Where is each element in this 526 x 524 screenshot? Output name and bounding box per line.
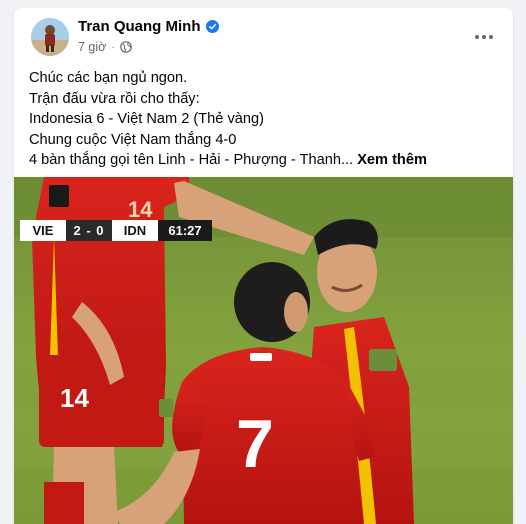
match-scoreboard: VIE 2 - 0 IDN 61:27 [20, 220, 212, 241]
globe-icon[interactable] [119, 41, 132, 53]
meta-separator: · [111, 41, 115, 53]
author-avatar[interactable] [31, 18, 69, 56]
post-text-line: Indonesia 6 - Việt Nam 2 (Thẻ vàng) [29, 111, 264, 127]
verified-badge-icon [205, 20, 219, 33]
author-name-text[interactable]: Tran Quang Minh [78, 18, 201, 35]
post-text: Chúc các bạn ngủ ngon. Trận đấu vừa rồi … [29, 68, 499, 171]
scoreboard-home-team: VIE [20, 220, 66, 241]
post-text-line: Chúc các bạn ngủ ngon. [29, 70, 188, 86]
scoreboard-match-clock: 61:27 [158, 220, 212, 241]
post-card: Tran Quang Minh 7 giờ · Chúc các bạn ngủ… [14, 8, 513, 524]
jersey-number-back: 14 [128, 197, 153, 222]
post-text-line: Chung cuộc Việt Nam thắng 4-0 [29, 131, 237, 148]
more-dot [489, 35, 493, 39]
post-meta: 7 giờ · [78, 40, 132, 54]
post-timestamp[interactable]: 7 giờ [78, 40, 106, 54]
post-photo[interactable]: 14 14 7 VIE 2 - 0 IDN 61:27 [14, 177, 513, 524]
scoreboard-away-team: IDN [112, 220, 158, 241]
see-more-link[interactable]: Xem thêm [357, 152, 427, 168]
jersey-number-left: 14 [60, 383, 89, 413]
post-text-truncated: 4 bàn thắng gọi tên Linh - Hải - Phượng … [29, 152, 354, 168]
more-dot [475, 35, 479, 39]
more-options-button[interactable] [467, 22, 501, 52]
scoreboard-score: 2 - 0 [66, 220, 112, 241]
post-text-line-last: 4 bàn thắng gọi tên Linh - Hải - Phượng … [29, 150, 499, 171]
author-name[interactable]: Tran Quang Minh [78, 18, 219, 35]
jersey-number-center: 7 [236, 406, 274, 482]
post-text-line: Trận đấu vừa rồi cho thấy: [29, 90, 200, 107]
post-header: Tran Quang Minh 7 giờ · [14, 8, 513, 66]
more-dot [482, 35, 486, 39]
